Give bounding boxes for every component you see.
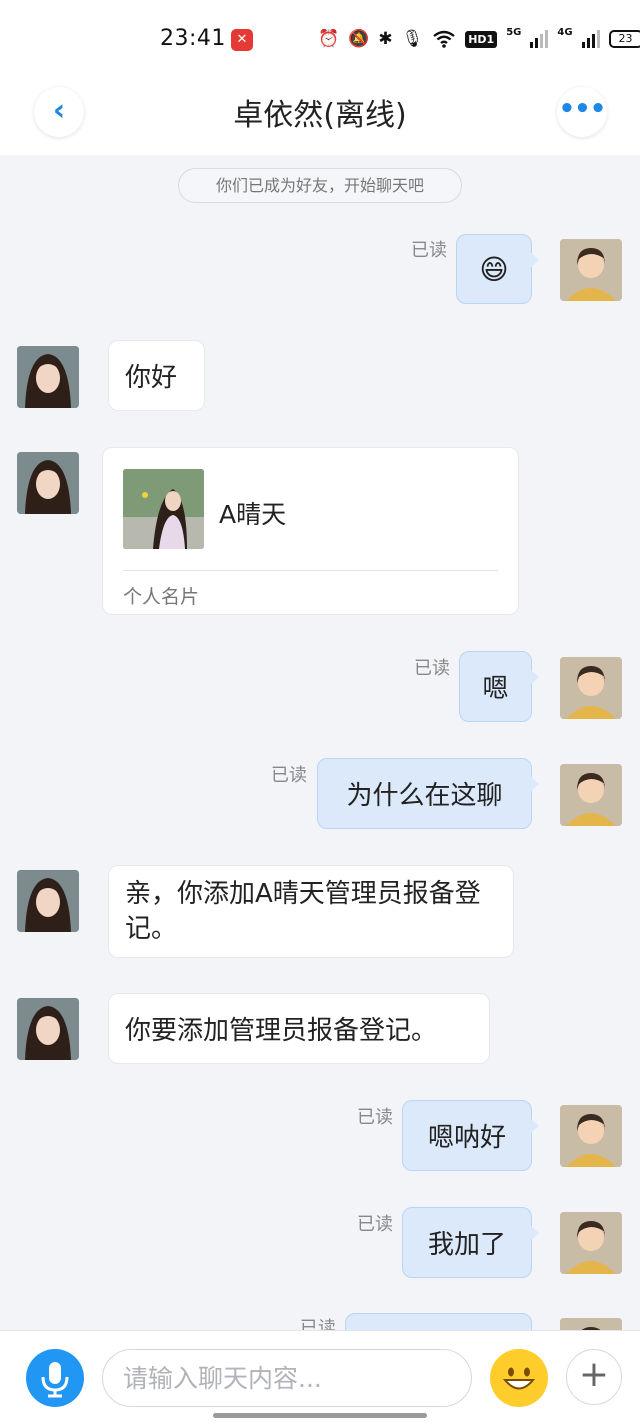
4g-label: 4G (557, 27, 573, 38)
read-status: 已读 (357, 1214, 393, 1235)
message-bubble-text[interactable]: 为什么在这聊 (317, 758, 539, 829)
message-bubble-text[interactable]: 你好 (108, 340, 205, 411)
message-bubble-text[interactable]: 我加了 (402, 1207, 539, 1278)
voice-input-button[interactable] (26, 1349, 84, 1407)
message-text: 嗯 (482, 674, 509, 704)
my-avatar[interactable] (560, 239, 622, 301)
home-indicator[interactable] (213, 1413, 427, 1418)
system-notice: 你们已成为好友，开始聊天吧 (178, 168, 462, 203)
contact-avatar[interactable] (17, 870, 79, 932)
my-avatar[interactable] (560, 1212, 622, 1274)
hd-icon: HD1 (465, 30, 498, 48)
read-status: 已读 (357, 1107, 393, 1128)
plus-button[interactable]: + (566, 1349, 622, 1405)
smile-emoji-icon (502, 1367, 536, 1390)
card-photo (123, 469, 204, 549)
message-text: 你要添加管理员报备登记。 (125, 1016, 438, 1046)
microphone-icon (41, 1362, 69, 1398)
chat-header: ‹ 卓依然(离线) ••• (0, 78, 640, 155)
5g-signal-icon (530, 30, 549, 48)
my-avatar[interactable] (560, 764, 622, 826)
battery-icon: 23 (608, 30, 640, 48)
mute-bell-icon: 🔕 (348, 29, 370, 49)
message-text: 你好 (125, 363, 178, 393)
message-bubble-text[interactable]: 亲，你添加A晴天管理员报备登记。 (108, 865, 514, 958)
alarm-icon: ⏰ (318, 29, 340, 49)
contact-avatar[interactable] (17, 998, 79, 1060)
message-input[interactable] (102, 1349, 472, 1407)
message-text: 亲，你添加A晴天管理员报备登记。 (125, 878, 481, 944)
emoji-button[interactable] (490, 1349, 548, 1407)
card-caption: 个人名片 (123, 586, 200, 608)
contact-avatar[interactable] (17, 346, 79, 408)
bluetooth-icon: ✱ (378, 29, 393, 49)
my-avatar[interactable] (560, 657, 622, 719)
card-divider (123, 570, 498, 571)
message-text: 嗯呐好 (427, 1123, 506, 1153)
5g-label: 5G (506, 27, 522, 38)
grin-emoji-icon: 😄 (479, 252, 509, 286)
message-bubble-text[interactable]: 你要添加管理员报备登记。 (108, 993, 490, 1064)
message-bubble-text[interactable]: 嗯 (459, 651, 539, 722)
4g-signal-icon (581, 30, 600, 48)
message-text: 我加了 (427, 1230, 506, 1260)
status-bar: 23:41 ✕ ⏰ 🔕 ✱ 🎙 HD1 5G 4G 23 (0, 0, 640, 78)
page-title: 卓依然(离线) (233, 98, 407, 133)
card-name: A晴天 (219, 500, 287, 529)
contact-card-message[interactable]: A晴天 个人名片 (102, 447, 519, 615)
message-bubble-text[interactable]: 嗯呐好 (402, 1100, 539, 1171)
message-input-bar: + (0, 1330, 640, 1422)
read-status: 已读 (411, 240, 447, 261)
status-icons: ⏰ 🔕 ✱ 🎙 HD1 5G 4G 23 (318, 26, 640, 52)
status-time: 23:41 (160, 26, 226, 51)
message-bubble-emoji[interactable]: 😄 (456, 234, 539, 304)
more-dots-icon: ••• (558, 94, 607, 124)
message-text: 为什么在这聊 (346, 781, 503, 811)
read-status: 已读 (414, 658, 450, 679)
read-status: 已读 (271, 765, 307, 786)
app-notification-icon: ✕ (231, 29, 253, 51)
plus-icon: + (578, 1354, 610, 1395)
contact-avatar[interactable] (17, 452, 79, 514)
wifi-icon (433, 30, 455, 48)
microphone-icon: 🎙 (401, 29, 424, 49)
my-avatar[interactable] (560, 1105, 622, 1167)
more-button[interactable]: ••• (557, 87, 607, 137)
